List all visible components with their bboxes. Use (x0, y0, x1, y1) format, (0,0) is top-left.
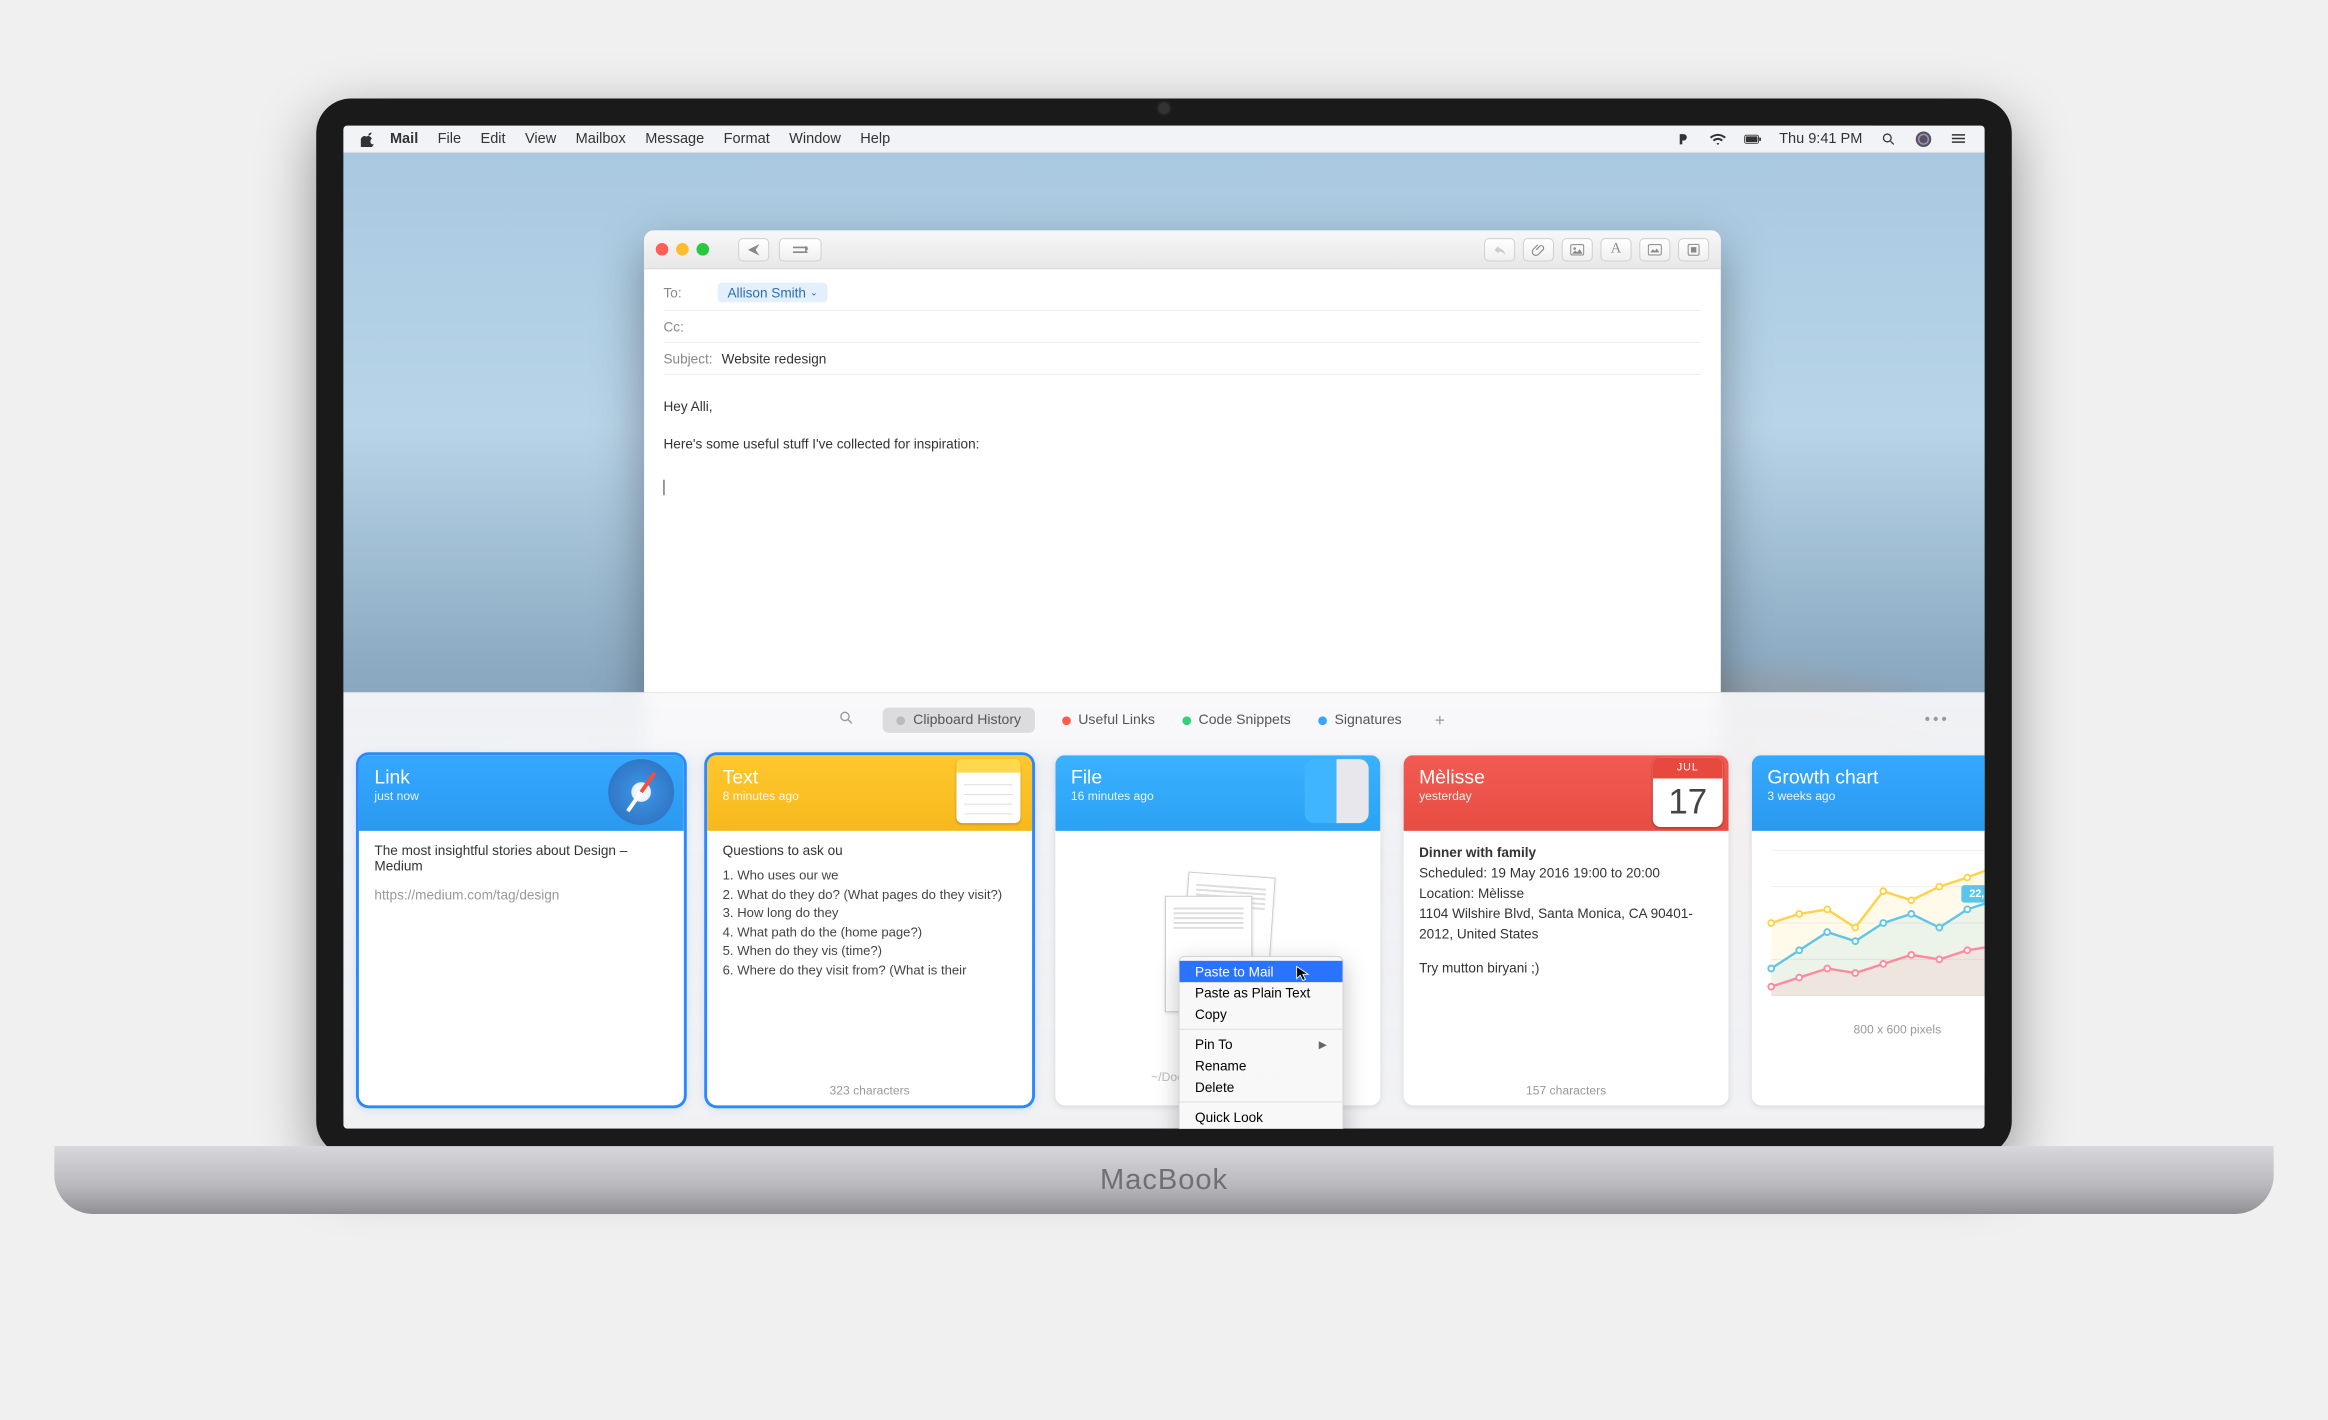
card-header: File 16 minutes ago (1055, 755, 1380, 831)
add-tab-button[interactable]: + (1435, 710, 1445, 730)
header-fields-button[interactable] (779, 238, 822, 261)
event-title: Dinner with family (1419, 842, 1713, 862)
mouse-cursor-icon (1295, 965, 1312, 982)
context-menu-item[interactable]: Paste as Plain Text (1180, 982, 1343, 1003)
camera-icon (1156, 100, 1172, 116)
menu-mailbox[interactable]: Mailbox (576, 131, 626, 147)
context-menu-item[interactable]: Quick Look (1180, 1106, 1343, 1127)
clipboard-panel: Clipboard History Useful Links Code Snip… (343, 692, 1984, 1128)
context-menu-item[interactable]: Rename (1180, 1055, 1343, 1076)
chart-callout: 22,186 (1962, 885, 1985, 902)
subject-field[interactable]: Subject: Website redesign (663, 343, 1701, 375)
card-chart[interactable]: Growth chart 3 weeks ago 22,186 800 x 60… (1752, 755, 1985, 1105)
tab-clipboard-history[interactable]: Clipboard History (883, 708, 1035, 733)
reply-button[interactable] (1484, 238, 1515, 261)
link-title: The most insightful stories about Design… (374, 842, 668, 873)
close-button[interactable] (656, 243, 669, 256)
card-header: Mèlisse yesterday JUL 17 (1404, 755, 1729, 831)
card-footer: 323 characters (707, 1076, 1032, 1105)
link-url: https://medium.com/tag/design (374, 887, 668, 903)
macbook-frame: Mail File Edit View Mailbox Message Form… (54, 50, 2273, 1330)
menu-window[interactable]: Window (789, 131, 841, 147)
mail-compose-window: A To: Allison Smith⌄ Cc: Subject: (644, 230, 1721, 754)
attach-button[interactable] (1523, 238, 1554, 261)
siri-icon[interactable] (1915, 130, 1932, 147)
cards-row[interactable]: Link just now The most insightful storie… (343, 747, 1984, 1128)
wifi-icon[interactable] (1709, 130, 1726, 147)
tab-useful-links[interactable]: Useful Links (1062, 713, 1155, 729)
menu-edit[interactable]: Edit (480, 131, 505, 147)
safari-icon (608, 759, 676, 827)
send-button[interactable] (738, 238, 769, 261)
emoji-button[interactable] (1639, 238, 1670, 261)
menu-file[interactable]: File (438, 131, 461, 147)
format-button[interactable]: A (1601, 238, 1632, 261)
screen-bezel: Mail File Edit View Mailbox Message Form… (316, 99, 2012, 1156)
text-list: 1. Who uses our we 2. What do they do? (… (723, 866, 1017, 980)
minimize-button[interactable] (676, 243, 689, 256)
tab-code-snippets[interactable]: Code Snippets (1182, 713, 1291, 729)
card-link[interactable]: Link just now The most insightful storie… (359, 755, 684, 1105)
search-icon[interactable] (838, 710, 854, 731)
tab-dot-icon (1318, 716, 1327, 725)
menu-message[interactable]: Message (645, 131, 704, 147)
to-field[interactable]: To: Allison Smith⌄ (663, 275, 1701, 311)
card-header: Growth chart 3 weeks ago (1752, 755, 1985, 831)
cc-field[interactable]: Cc: (663, 311, 1701, 343)
subject-value: Website redesign (722, 351, 827, 367)
tab-dot-icon (1062, 716, 1071, 725)
card-footer: 157 characters (1404, 1076, 1729, 1105)
menubar: Mail File Edit View Mailbox Message Form… (343, 126, 1984, 153)
apple-logo-icon[interactable] (361, 131, 377, 147)
notes-icon (956, 759, 1024, 827)
panel-tabs: Clipboard History Useful Links Code Snip… (343, 693, 1984, 747)
card-header: Link just now (359, 755, 684, 831)
card-text[interactable]: Text 8 minutes ago Questions to ask ou 1… (707, 755, 1032, 1105)
laptop-base: MacBook (54, 1146, 2273, 1214)
notification-center-icon[interactable] (1950, 130, 1967, 147)
menu-help[interactable]: Help (860, 131, 890, 147)
tab-signatures[interactable]: Signatures (1318, 713, 1402, 729)
menubar-app-name[interactable]: Mail (390, 131, 418, 147)
battery-icon[interactable] (1744, 130, 1761, 147)
photo-button[interactable] (1562, 238, 1593, 261)
menu-format[interactable]: Format (724, 131, 770, 147)
to-label: To: (663, 285, 717, 301)
window-titlebar: A (644, 230, 1721, 269)
cc-label: Cc: (663, 319, 717, 335)
context-menu-item[interactable]: Paste to Mail (1180, 961, 1343, 982)
menu-view[interactable]: View (525, 131, 556, 147)
context-menu-item[interactable]: Share▶ (1180, 1128, 1343, 1129)
markup-button[interactable] (1678, 238, 1709, 261)
zoom-button[interactable] (696, 243, 709, 256)
spotlight-icon[interactable] (1880, 130, 1897, 147)
context-menu-item[interactable]: Copy (1180, 1004, 1343, 1025)
recipient-pill[interactable]: Allison Smith⌄ (718, 283, 828, 302)
laptop-label: MacBook (1100, 1164, 1228, 1197)
paste-app-icon[interactable] (1674, 130, 1691, 147)
card-event[interactable]: Mèlisse yesterday JUL 17 Dinner with fam… (1404, 755, 1729, 1105)
chart-preview: 22,186 (1752, 831, 1985, 1015)
text-cursor (663, 479, 664, 495)
screen: Mail File Edit View Mailbox Message Form… (343, 126, 1984, 1129)
card-footer: 800 x 600 pixels (1752, 1015, 1985, 1044)
menubar-clock[interactable]: Thu 9:41 PM (1779, 131, 1862, 147)
context-menu-item[interactable]: Delete (1180, 1076, 1343, 1097)
card-header: Text 8 minutes ago (707, 755, 1032, 831)
calendar-icon: JUL 17 (1653, 757, 1723, 827)
context-menu: Paste to MailPaste as Plain TextCopy Pin … (1179, 956, 1344, 1129)
message-body[interactable]: Hey Alli, Here's some useful stuff I've … (644, 381, 1721, 512)
more-button[interactable]: ••• (1925, 712, 1950, 729)
subject-label: Subject: (663, 351, 721, 367)
context-menu-item[interactable]: Pin To▶ (1180, 1034, 1343, 1055)
finder-icon (1305, 759, 1373, 827)
tab-dot-icon (897, 716, 906, 725)
tab-dot-icon (1182, 716, 1191, 725)
